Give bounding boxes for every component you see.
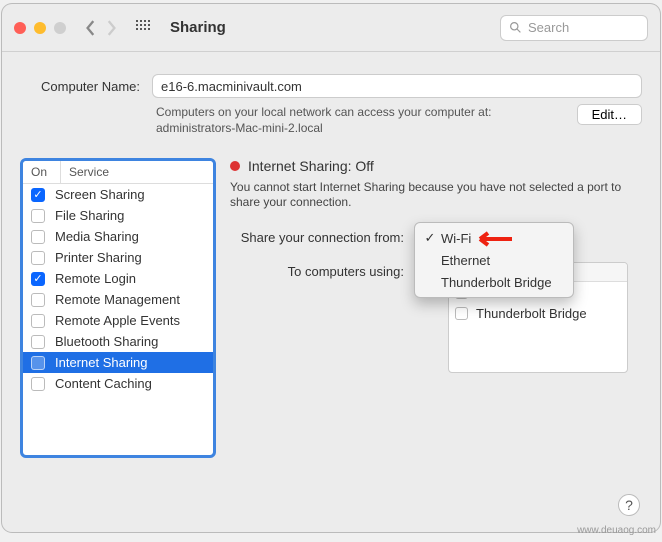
search-field[interactable]: Search <box>500 15 648 41</box>
service-row[interactable]: Printer Sharing <box>23 247 213 268</box>
service-checkbox[interactable] <box>31 188 45 202</box>
service-checkbox[interactable] <box>31 293 45 307</box>
service-row[interactable]: Remote Login <box>23 268 213 289</box>
service-detail: Internet Sharing: Off You cannot start I… <box>230 158 642 458</box>
content-area: Computer Name: e16-6.macminivault.com Co… <box>2 52 660 472</box>
menu-item-label: Thunderbolt Bridge <box>441 275 552 290</box>
status-dot-icon <box>230 161 240 171</box>
edit-button[interactable]: Edit… <box>577 104 642 125</box>
service-checkbox[interactable] <box>31 314 45 328</box>
service-label: Internet Sharing <box>55 355 148 370</box>
show-all-icon[interactable] <box>136 20 152 36</box>
share-from-popup[interactable]: ✓Wi-FiEthernetThunderbolt Bridge <box>414 228 574 250</box>
services-list: On Service Screen Sharing File Sharing Med… <box>20 158 216 458</box>
search-icon <box>509 21 522 34</box>
service-label: Remote Login <box>55 271 136 286</box>
share-from-label: Share your connection from: <box>230 228 414 245</box>
status-description: You cannot start Internet Sharing becaus… <box>230 180 642 210</box>
service-checkbox[interactable] <box>31 377 45 391</box>
computer-name-input[interactable]: e16-6.macminivault.com <box>152 74 642 98</box>
search-placeholder: Search <box>528 20 569 35</box>
col-on: On <box>23 161 61 183</box>
service-label: Remote Management <box>55 292 180 307</box>
check-icon: ✓ <box>423 230 437 246</box>
col-service: Service <box>61 161 117 183</box>
menu-item-label: Wi-Fi <box>441 231 471 246</box>
minimize-button[interactable] <box>34 22 46 34</box>
to-computers-label: To computers using: <box>230 262 414 279</box>
service-checkbox[interactable] <box>31 209 45 223</box>
service-row[interactable]: Content Caching <box>23 373 213 394</box>
port-checkbox[interactable] <box>455 307 468 320</box>
menu-item-label: Ethernet <box>441 253 490 268</box>
service-row[interactable]: Remote Apple Events <box>23 310 213 331</box>
back-icon[interactable] <box>84 20 98 36</box>
menu-item[interactable]: Ethernet <box>415 249 573 271</box>
status-title: Internet Sharing: Off <box>248 158 374 174</box>
port-label: Thunderbolt Bridge <box>476 306 587 321</box>
service-row[interactable]: Remote Management <box>23 289 213 310</box>
service-label: Screen Sharing <box>55 187 145 202</box>
service-checkbox[interactable] <box>31 272 45 286</box>
nav-buttons <box>84 20 118 36</box>
service-checkbox[interactable] <box>31 356 45 370</box>
traffic-lights <box>14 22 66 34</box>
zoom-button[interactable] <box>54 22 66 34</box>
port-row[interactable]: Thunderbolt Bridge <box>449 303 627 324</box>
service-checkbox[interactable] <box>31 230 45 244</box>
service-row[interactable]: File Sharing <box>23 205 213 226</box>
computer-name-label: Computer Name: <box>20 79 140 94</box>
service-label: File Sharing <box>55 208 124 223</box>
service-row[interactable]: Bluetooth Sharing <box>23 331 213 352</box>
service-row[interactable]: Media Sharing <box>23 226 213 247</box>
help-button[interactable]: ? <box>618 494 640 516</box>
arrow-annotation-icon <box>474 230 514 248</box>
service-label: Bluetooth Sharing <box>55 334 158 349</box>
sharing-prefs-window: Sharing Search Computer Name: e16-6.macm… <box>2 4 660 532</box>
computer-name-helper: Computers on your local network can acce… <box>156 104 567 136</box>
close-button[interactable] <box>14 22 26 34</box>
service-label: Content Caching <box>55 376 152 391</box>
window-title: Sharing <box>170 19 226 36</box>
service-checkbox[interactable] <box>31 251 45 265</box>
service-label: Media Sharing <box>55 229 139 244</box>
service-row[interactable]: Internet Sharing <box>23 352 213 373</box>
titlebar: Sharing Search <box>2 4 660 52</box>
menu-item[interactable]: Thunderbolt Bridge <box>415 271 573 293</box>
service-checkbox[interactable] <box>31 335 45 349</box>
service-row[interactable]: Screen Sharing <box>23 184 213 205</box>
service-label: Printer Sharing <box>55 250 142 265</box>
watermark: www.deuaog.com <box>577 525 656 536</box>
forward-icon[interactable] <box>104 20 118 36</box>
service-label: Remote Apple Events <box>55 313 180 328</box>
